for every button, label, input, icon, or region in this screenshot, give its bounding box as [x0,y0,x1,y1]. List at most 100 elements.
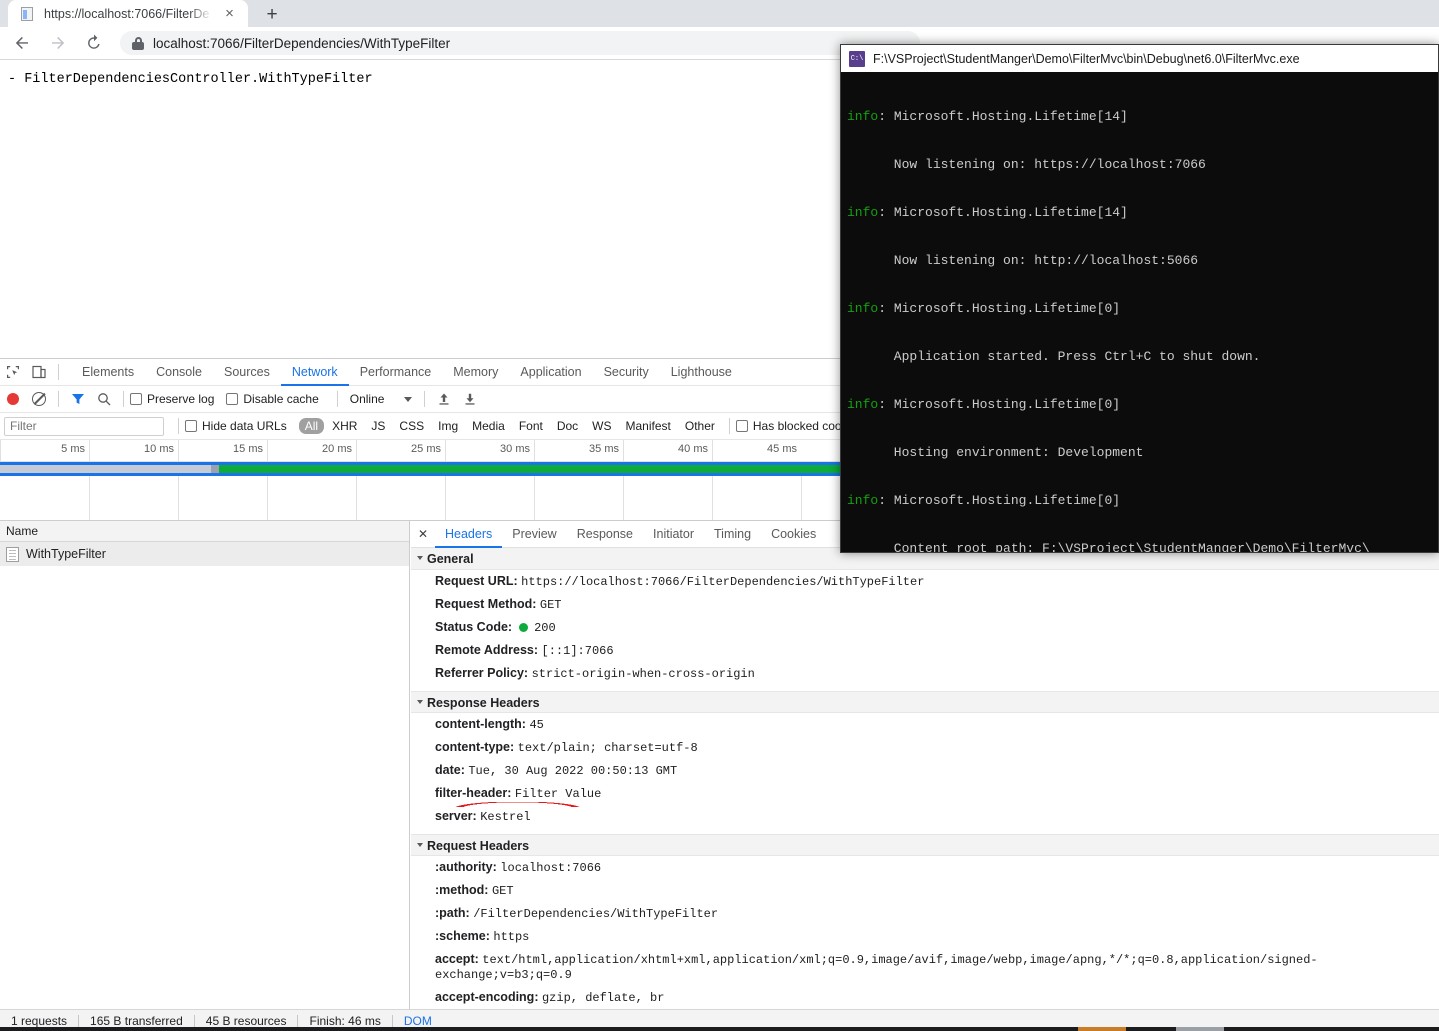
hide-data-urls-checkbox[interactable]: Hide data URLs [185,419,287,433]
preserve-log-label: Preserve log [147,392,215,406]
reload-icon[interactable] [80,29,108,57]
console-line: Application started. Press Ctrl+C to shu… [847,349,1261,364]
chevron-down-icon [417,700,423,704]
tab-console[interactable]: Console [145,359,213,386]
address-bar-url: localhost:7066/FilterDependencies/WithTy… [153,35,451,51]
tab-network[interactable]: Network [281,359,349,386]
status-resources: 45 B resources [205,1013,287,1028]
tab-performance[interactable]: Performance [349,359,443,386]
browser-tab-strip: https://localhost:7066/FilterDe × + [0,0,1439,27]
header-item: Referrer Policy: strict-origin-when-cros… [435,666,755,681]
console-line: Now listening on: https://localhost:7066 [847,157,1206,172]
column-header-name[interactable]: Name [0,521,409,542]
tab-preview[interactable]: Preview [502,521,566,548]
tab-security[interactable]: Security [593,359,660,386]
tab-timing[interactable]: Timing [704,521,761,548]
close-icon[interactable]: ✕ [411,521,435,548]
type-filter-img[interactable]: Img [432,418,464,434]
header-item: content-type: text/plain; charset=utf-8 [435,740,698,755]
browser-tab[interactable]: https://localhost:7066/FilterDe × [8,0,248,27]
tab-memory[interactable]: Memory [442,359,509,386]
status-requests: 1 requests [11,1013,68,1028]
type-filter-other[interactable]: Other [679,418,721,434]
console-line: info: Microsoft.Hosting.Lifetime[14] [847,109,1128,124]
request-detail-pane: ✕ Headers Preview Response Initiator Tim… [411,521,1439,1009]
timeline-tick: 15 ms [178,440,267,462]
taskbar-item-active[interactable] [1078,1027,1126,1031]
inspect-element-icon[interactable] [0,359,26,385]
header-item: Remote Address: [::1]:7066 [435,643,614,658]
disable-cache-checkbox[interactable]: Disable cache [226,392,319,406]
page-favicon-icon [20,6,36,22]
header-item: content-length: 45 [435,717,544,732]
type-filter-manifest[interactable]: Manifest [620,418,677,434]
tab-application[interactable]: Application [509,359,592,386]
close-icon[interactable]: × [221,5,238,22]
throttling-value: Online [349,392,385,406]
timeline-tick: 5 ms [0,440,89,462]
console-line: Now listening on: http://localhost:5066 [847,253,1199,268]
controls-divider-1 [58,391,59,407]
status-badge [518,623,528,632]
header-item: accept-encoding: gzip, deflate, br [435,990,665,1005]
throttling-select[interactable]: Online [344,392,419,406]
page-body-text: - FilterDependenciesController.WithTypeF… [8,72,373,87]
type-filter-ws[interactable]: WS [586,418,617,434]
type-filter-font[interactable]: Font [513,418,549,434]
device-toolbar-icon[interactable] [26,359,52,385]
chevron-down-icon [417,556,423,560]
request-list: Name WithTypeFilter [0,521,410,1009]
timeline-tick: 40 ms [623,440,712,462]
filter-divider-1 [178,418,179,434]
tab-cookies[interactable]: Cookies [761,521,826,548]
preserve-log-checkbox[interactable]: Preserve log [130,392,214,406]
type-filter-js[interactable]: JS [365,418,391,434]
type-filter-doc[interactable]: Doc [551,418,584,434]
hide-data-urls-label: Hide data URLs [202,419,287,433]
header-item: date: Tue, 30 Aug 2022 00:50:13 GMT [435,763,678,778]
type-filter-xhr[interactable]: XHR [326,418,363,434]
filter-divider-2 [728,418,730,434]
taskbar-item[interactable] [1176,1027,1224,1031]
filter-input[interactable] [4,416,164,436]
table-row[interactable]: WithTypeFilter [0,542,409,566]
section-response-headers[interactable]: Response Headers [411,691,1439,713]
type-filter-media[interactable]: Media [466,418,511,434]
type-filter-all[interactable]: All [298,418,325,434]
tab-response[interactable]: Response [567,521,643,548]
header-item: :path: /FilterDependencies/WithTypeFilte… [435,906,719,921]
export-har-icon[interactable] [457,386,483,412]
filter-funnel-icon[interactable] [65,386,91,412]
console-output: info: Microsoft.Hosting.Lifetime[14] Now… [841,72,1438,553]
header-item: server: Kestrel [435,809,531,824]
console-line: info: Microsoft.Hosting.Lifetime[0] [847,301,1121,316]
import-har-icon[interactable] [431,386,457,412]
header-item: Request URL: https://localhost:7066/Filt… [435,574,925,589]
status-dom: DOM [403,1013,432,1028]
clear-network-log-icon[interactable] [26,386,52,412]
request-name: WithTypeFilter [26,547,106,561]
record-button[interactable] [0,386,26,412]
console-window[interactable]: C:\ F:\VSProject\StudentManger\Demo\Filt… [840,44,1439,553]
tab-headers[interactable]: Headers [435,521,502,548]
header-item: accept: text/html,application/xhtml+xml,… [435,952,1318,982]
section-request-headers[interactable]: Request Headers [411,834,1439,856]
controls-divider-3 [336,391,338,407]
type-filter-css[interactable]: CSS [393,418,430,434]
tab-elements[interactable]: Elements [71,359,145,386]
forward-icon[interactable] [44,29,72,57]
search-icon[interactable] [91,386,117,412]
console-line: Hosting environment: Development [847,445,1144,460]
timeline-tick: 35 ms [534,440,623,462]
back-icon[interactable] [8,29,36,57]
address-bar[interactable]: localhost:7066/FilterDependencies/WithTy… [120,31,920,55]
new-tab-button[interactable]: + [258,3,286,27]
tab-sources[interactable]: Sources [213,359,281,386]
tab-lighthouse[interactable]: Lighthouse [660,359,743,386]
tab-initiator[interactable]: Initiator [643,521,704,548]
lock-icon [132,36,144,50]
console-line: Content root path: F:\VSProject\StudentM… [847,541,1370,553]
chevron-down-icon [404,396,413,402]
console-title-bar[interactable]: C:\ F:\VSProject\StudentManger\Demo\Filt… [841,45,1438,72]
status-transferred: 165 B transferred [90,1013,183,1028]
